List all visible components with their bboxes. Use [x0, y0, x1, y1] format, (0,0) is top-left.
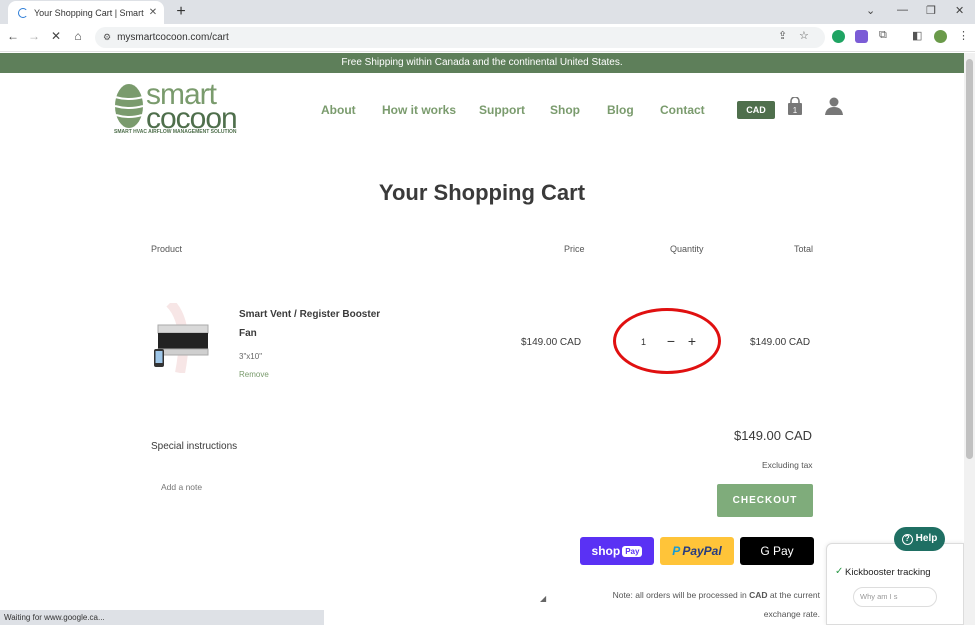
share-icon[interactable]: ⇪	[778, 29, 787, 42]
paypal-button[interactable]: P PayPal	[660, 537, 734, 565]
nav-shop[interactable]: Shop	[550, 103, 580, 117]
cart-subtotal: $149.00 CAD	[734, 428, 813, 443]
grammarly-extension-icon[interactable]	[832, 30, 845, 43]
textarea-resize-handle[interactable]: ◢	[540, 594, 546, 603]
logo-tagline: SMART HVAC AIRFLOW MANAGEMENT SOLUTION	[114, 129, 237, 135]
header-total: Total	[794, 244, 814, 254]
nav-support[interactable]: Support	[479, 103, 525, 117]
forward-button[interactable]: →	[26, 29, 42, 43]
menu-kebab-icon[interactable]: ⋮	[958, 29, 969, 42]
cocoon-logo-icon	[114, 84, 144, 128]
order-note-textarea[interactable]	[151, 469, 549, 605]
profile-avatar[interactable]	[934, 30, 947, 43]
kickbooster-widget: ✓ Kickbooster tracking Why am I s	[826, 543, 964, 625]
minimize-button[interactable]: —	[897, 4, 908, 16]
nav-about[interactable]: About	[321, 103, 356, 117]
highlight-annotation-circle	[613, 308, 721, 374]
close-window-button[interactable]: ✕	[955, 4, 964, 17]
remove-item-link[interactable]: Remove	[239, 370, 269, 379]
tab-title: Your Shopping Cart | Smart Coc	[34, 7, 146, 18]
loading-spinner-icon	[18, 7, 28, 18]
currency-note: Note: all orders will be processed in CA…	[590, 586, 820, 624]
back-button[interactable]: ←	[5, 29, 21, 43]
new-tab-button[interactable]: +	[172, 3, 190, 21]
google-pay-button[interactable]: G Pay	[740, 537, 814, 565]
check-icon: ✓	[835, 566, 844, 577]
help-icon: ?	[901, 534, 913, 545]
kickbooster-input[interactable]: Why am I s	[853, 587, 937, 607]
page-scrollbar[interactable]	[964, 53, 975, 625]
announcement-bar: Free Shipping within Canada and the cont…	[0, 53, 964, 73]
page-title: Your Shopping Cart	[378, 180, 586, 205]
url-text: mysmartcocoon.com/cart	[117, 32, 229, 43]
account-user-icon[interactable]	[825, 97, 843, 115]
tab-search-icon[interactable]: ⌄	[866, 4, 875, 17]
item-total: $149.00 CAD	[750, 337, 811, 348]
header-quantity: Quantity	[670, 244, 704, 254]
excluding-tax-note: Excluding tax	[762, 460, 813, 470]
currency-note-pre: Note: all orders will be processed in	[612, 590, 750, 600]
shop-pay-pill: Pay	[622, 546, 643, 557]
cart-bag-icon[interactable]: 1	[787, 97, 803, 115]
product-image[interactable]	[150, 303, 212, 373]
nav-how-it-works[interactable]: How it works	[382, 103, 456, 117]
side-panel-icon[interactable]: ◧	[912, 29, 922, 42]
stop-button[interactable]: ✕	[48, 29, 64, 43]
close-tab-icon[interactable]: ✕	[146, 7, 160, 18]
currency-note-post: at the current exchange rate.	[763, 590, 820, 619]
home-button[interactable]: ⌂	[70, 29, 86, 43]
kickbooster-title: Kickbooster tracking	[845, 567, 931, 578]
help-button[interactable]: ? Help	[894, 527, 945, 551]
address-bar[interactable]: ⚙ mysmartcocoon.com/cart	[95, 27, 825, 48]
product-variant: 3"x10"	[239, 352, 263, 361]
cart-count: 1	[793, 106, 798, 115]
shop-pay-label: shop	[591, 544, 621, 558]
nav-blog[interactable]: Blog	[607, 103, 634, 117]
header-price: Price	[564, 244, 585, 254]
scrollbar-thumb[interactable]	[966, 59, 973, 459]
product-name[interactable]: Smart Vent / Register Booster Fan	[239, 305, 389, 343]
tab-strip: Your Shopping Cart | Smart Coc ✕ + ⌄ — ❐…	[0, 0, 975, 24]
currency-selector-button[interactable]: CAD	[737, 101, 775, 119]
item-price: $149.00 CAD	[521, 337, 582, 348]
extensions-puzzle-icon[interactable]: ⧉	[879, 29, 887, 42]
shop-pay-button[interactable]: shop Pay	[580, 537, 654, 565]
paypal-logo-icon: P	[672, 544, 681, 558]
help-label: Help	[915, 533, 938, 544]
page-content: Free Shipping within Canada and the cont…	[0, 53, 964, 625]
browser-toolbar: ← → ✕ ⌂ ⚙ mysmartcocoon.com/cart ⇪ ☆ ⧉ ◧…	[0, 24, 975, 52]
bookmark-star-icon[interactable]: ☆	[799, 29, 809, 42]
site-logo[interactable]: smart cocoon SMART HVAC AIRFLOW MANAGEME…	[114, 80, 244, 137]
site-info-icon[interactable]: ⚙	[103, 32, 111, 43]
status-bar: Waiting for www.google.ca...	[0, 610, 324, 625]
header-product: Product	[151, 244, 183, 254]
restore-button[interactable]: ❐	[926, 4, 936, 17]
extension-icon[interactable]	[855, 30, 868, 43]
order-note-placeholder: Add a note	[161, 482, 203, 492]
currency-note-bold: CAD	[749, 590, 768, 600]
nav-contact[interactable]: Contact	[660, 103, 705, 117]
browser-tab[interactable]: Your Shopping Cart | Smart Coc ✕	[8, 1, 164, 24]
special-instructions-label: Special instructions	[151, 441, 238, 452]
paypal-label: PayPal	[682, 544, 722, 558]
checkout-button[interactable]: CHECKOUT	[717, 484, 813, 517]
